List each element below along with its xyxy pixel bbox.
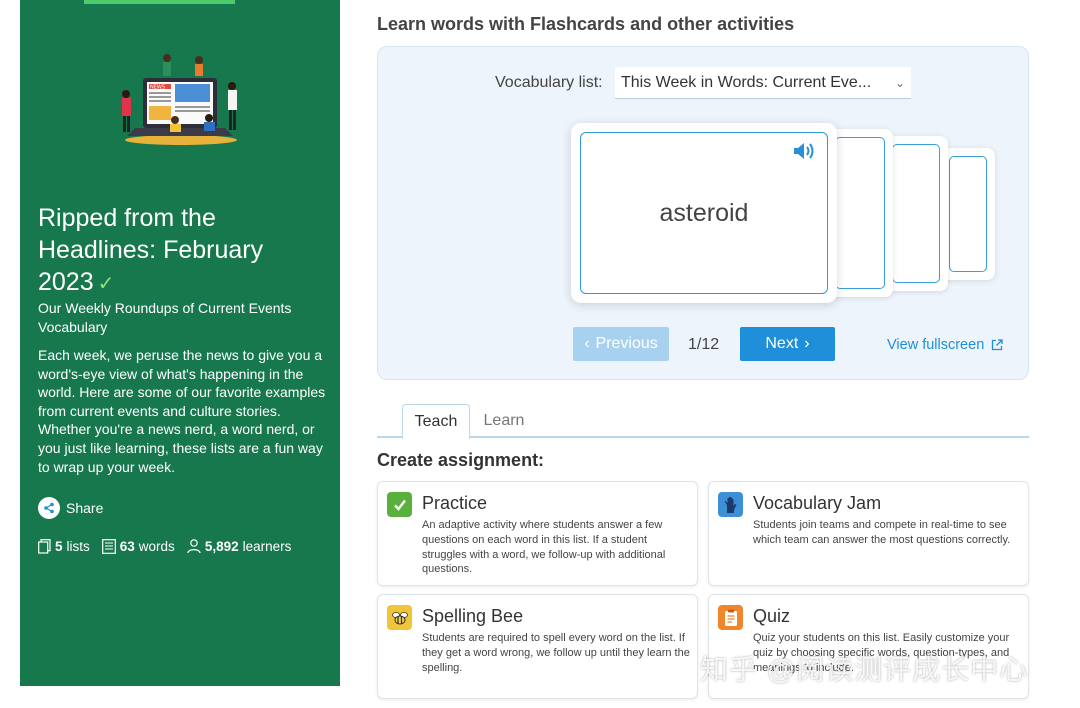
mode-tabs: Teach Learn xyxy=(377,404,1029,439)
verified-check-icon: ✓ xyxy=(97,273,115,295)
list-stats: 5 lists 63 words 5,892 learners xyxy=(38,539,291,554)
activity-description: An adaptive activity where students answ… xyxy=(422,519,666,576)
quiz-clipboard-icon xyxy=(718,605,743,630)
share-icon xyxy=(38,497,60,519)
activity-card-practice[interactable]: Practice An adaptive activity where stud… xyxy=(377,481,698,586)
next-label: Next xyxy=(765,335,799,352)
chevron-right-icon: › xyxy=(804,335,810,352)
news-illustration-icon: NEWS xyxy=(122,54,237,145)
hero-news-label: NEWS xyxy=(150,85,165,91)
lists-icon xyxy=(38,539,51,554)
share-label: Share xyxy=(66,500,104,516)
bee-icon xyxy=(387,605,412,630)
speaker-icon[interactable] xyxy=(793,141,815,161)
next-button[interactable]: Next › xyxy=(740,327,835,361)
list-info-panel: NEWS Ripped from the Headlines: February… xyxy=(20,0,340,686)
page-root: NEWS Ripped from the Headlines: February… xyxy=(0,0,1080,708)
activity-description: Students join teams and compete in real-… xyxy=(753,519,1011,546)
activity-card-spelling-bee[interactable]: Spelling Bee Students are required to sp… xyxy=(377,594,698,699)
checkmark-icon xyxy=(387,492,412,517)
flashcards-heading: Learn words with Flashcards and other ac… xyxy=(377,14,795,34)
list-title-text: Ripped from the Headlines: February 2023 xyxy=(38,204,264,296)
tab-teach[interactable]: Teach xyxy=(402,404,470,439)
activity-title: Practice xyxy=(422,493,488,513)
activity-title: Spelling Bee xyxy=(422,606,524,626)
learners-count: 5,892 xyxy=(204,539,239,554)
external-link-icon xyxy=(992,339,1003,351)
list-description: Each week, we peruse the news to give yo… xyxy=(38,347,326,475)
chevron-down-icon: ⌄ xyxy=(894,75,905,90)
words-label: words xyxy=(138,539,175,554)
share-button[interactable]: Share xyxy=(38,496,103,520)
chevron-left-icon: ‹ xyxy=(584,335,590,352)
card-counter: 1/12 xyxy=(688,336,720,353)
activity-title: Vocabulary Jam xyxy=(753,493,882,513)
flashcard-stack-back-2 xyxy=(884,136,948,291)
flashcard-current[interactable]: asteroid xyxy=(571,123,837,303)
learners-icon xyxy=(187,539,201,554)
list-subtitle: Our Weekly Roundups of Current Events Vo… xyxy=(38,300,292,335)
stat-words: 63 words xyxy=(101,539,175,554)
raised-hand-icon xyxy=(718,492,743,517)
words-icon xyxy=(101,539,116,554)
vocab-list-selected: This Week in Words: Current Eve... xyxy=(621,73,872,91)
tab-learn[interactable]: Learn xyxy=(473,404,535,438)
words-count: 63 xyxy=(119,539,135,554)
activity-title: Quiz xyxy=(753,606,791,626)
previous-button[interactable]: ‹ Previous xyxy=(573,327,669,361)
stat-lists: 5 lists xyxy=(38,539,90,554)
create-assignment-heading: Create assignment: xyxy=(377,450,545,470)
watermark-text: 知乎 @阅读测评成长中心 xyxy=(700,654,1029,685)
lists-label: lists xyxy=(66,539,90,554)
activity-card-vocabulary-jam[interactable]: Vocabulary Jam Students join teams and c… xyxy=(708,481,1029,586)
previous-label: Previous xyxy=(595,335,658,352)
fullscreen-label: View fullscreen xyxy=(887,337,985,353)
flashcard-stack-back-3 xyxy=(941,148,995,280)
vocab-list-label: Vocabulary list: xyxy=(495,74,603,91)
view-fullscreen-link[interactable]: View fullscreen xyxy=(887,337,1003,353)
flashcard-word: asteroid xyxy=(659,198,749,227)
progress-accent-bar xyxy=(84,0,235,4)
flashcards-panel: Vocabulary list: This Week in Words: Cur… xyxy=(377,46,1029,380)
lists-count: 5 xyxy=(55,539,63,554)
stat-learners: 5,892 learners xyxy=(187,539,292,554)
activity-description: Students are required to spell every wor… xyxy=(422,632,690,674)
learners-label: learners xyxy=(242,539,292,554)
vocab-list-select[interactable]: This Week in Words: Current Eve... ⌄ xyxy=(615,67,911,99)
list-title: Ripped from the Headlines: February 2023… xyxy=(38,202,328,300)
